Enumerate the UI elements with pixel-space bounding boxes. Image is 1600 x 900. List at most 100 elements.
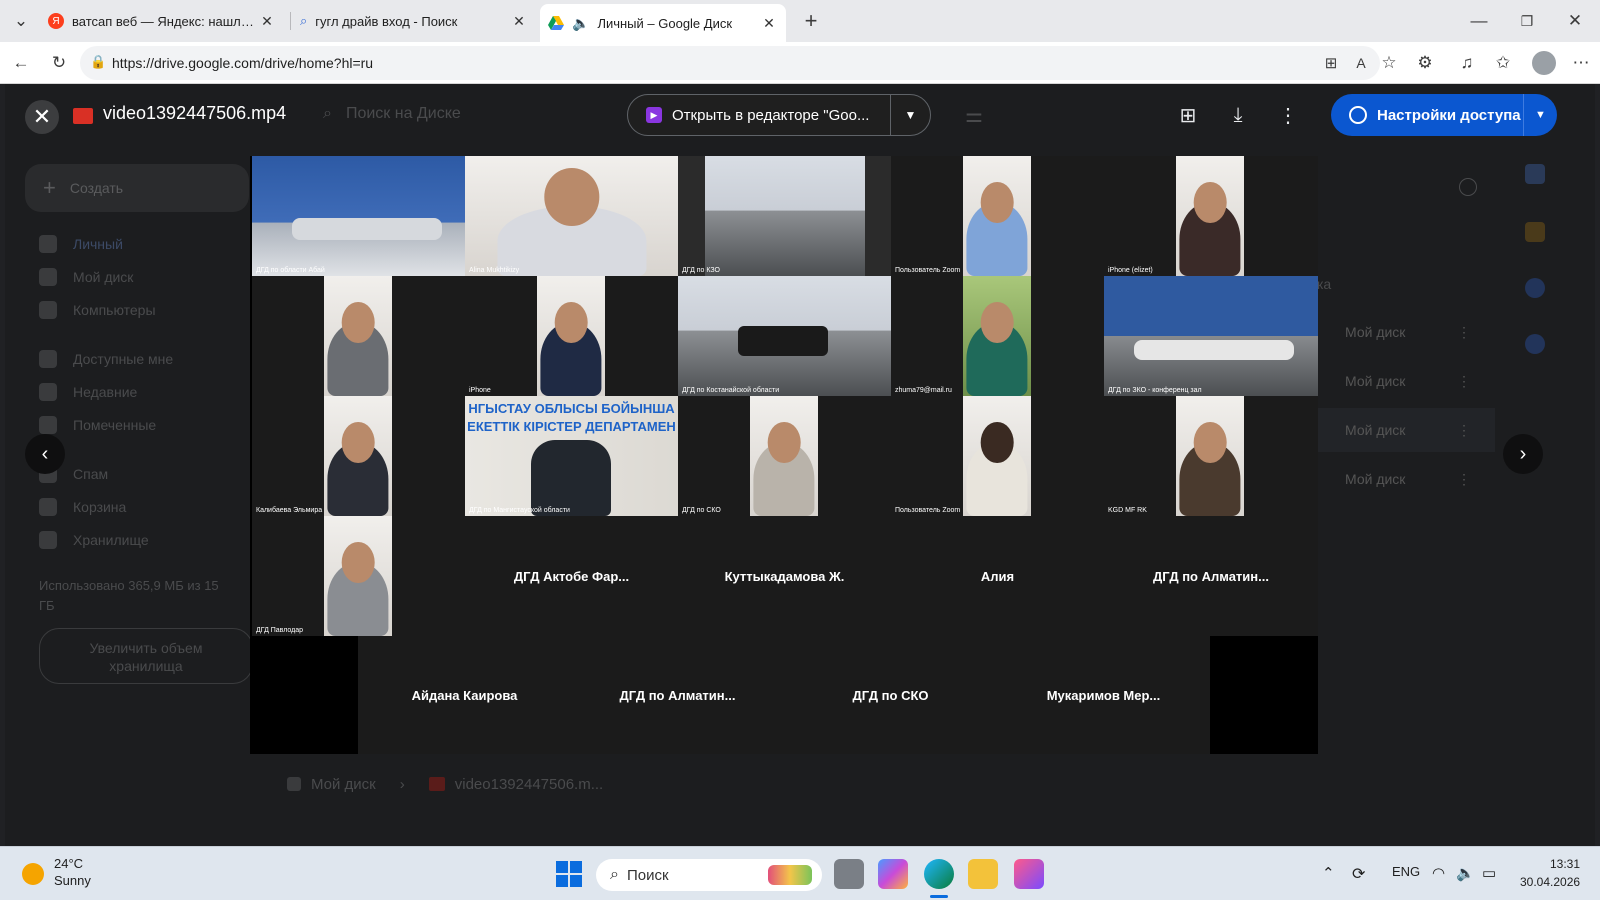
viewer-file-name: video1392447506.mp4 [103, 103, 287, 123]
site-info-icon[interactable]: 🔒 [90, 54, 106, 70]
open-in-editor-label: Открыть в редакторе "Goo... [672, 106, 870, 124]
participant-name: Айдана Каирова [358, 636, 571, 754]
participant-name: ДГД по Алматин... [1104, 516, 1318, 636]
video-tile: zhuma79@mail.ru [891, 276, 1104, 396]
google-drive-icon [548, 16, 564, 30]
list-item: Мой диск ⋮ [1345, 470, 1471, 488]
video-file-icon [73, 108, 93, 124]
contacts-side-icon [1525, 334, 1545, 354]
tulips-icon [768, 865, 812, 885]
tab-list-chevron-icon[interactable]: ⌄ [8, 8, 34, 34]
participant-name: Алия [891, 516, 1104, 636]
sidebar-item-starred: Помеченные [39, 416, 156, 434]
tab-title: Личный – Google Диск [597, 15, 733, 31]
wifi-icon[interactable]: ◠ [1432, 864, 1445, 882]
open-in-editor-button[interactable]: ▶ Открыть в редакторе "Goo... ▼ [627, 94, 931, 136]
clock[interactable]: 13:31 30.04.2026 [1520, 855, 1580, 891]
tab-yandex[interactable]: Я ватсап веб — Яндекс: нашлось 4... ✕ [40, 6, 284, 36]
sync-icon[interactable]: ⟳ [1352, 864, 1365, 884]
sidebar-item-storage: Хранилище [39, 531, 149, 549]
windows-start-icon[interactable] [556, 861, 582, 887]
share-settings-button[interactable]: Настройки доступа ▼ [1331, 94, 1557, 136]
video-tile: ДГД по области Абай [252, 156, 465, 276]
restore-icon[interactable]: ❐ [1514, 8, 1540, 34]
weather-widget[interactable]: 24°C Sunny [54, 855, 91, 889]
windows-taskbar: 24°C Sunny ⌕ Поиск ⌃ ⟳ ENG ◠ 🔈 ▭ 13:31 30.… [0, 846, 1600, 900]
minimize-icon[interactable]: — [1466, 8, 1492, 34]
video-tile: НГЫСТАУ ОБЛЫСЫ БОЙЫНША ЕКЕТТІК КІРІСТЕР Д… [465, 396, 678, 516]
copilot-icon[interactable] [878, 859, 908, 889]
yandex-icon: Я [48, 13, 64, 29]
list-item: Мой диск ⋮ [1345, 372, 1471, 390]
battery-icon[interactable]: ▭ [1482, 864, 1496, 882]
adjust-icon: ⚌ [965, 104, 983, 127]
video-tile: iPhone [465, 276, 678, 396]
show-hidden-icons[interactable]: ⌃ [1322, 864, 1335, 882]
video-tile: Пользователь Zoom [891, 156, 1104, 276]
favorites-icon[interactable]: ✩ [1490, 50, 1516, 76]
sidebar-item-trash: Корзина [39, 498, 126, 516]
open-with-dropdown-icon[interactable]: ▼ [890, 95, 930, 135]
video-tile: Пользователь Zoom [891, 396, 1104, 516]
close-window-icon[interactable]: ✕ [1562, 8, 1588, 34]
globe-icon [1349, 106, 1367, 124]
tab-google-drive[interactable]: 🔈 Личный – Google Диск ✕ [540, 4, 786, 42]
download-icon[interactable]: ⤓ [1225, 102, 1251, 128]
file-explorer-icon[interactable] [968, 859, 998, 889]
profile-avatar[interactable] [1532, 51, 1556, 75]
list-item: Мой диск ⋮ [1315, 408, 1495, 452]
tab-search[interactable]: ⌕ гугл драйв вход - Поиск ✕ [292, 6, 536, 36]
extensions-icon[interactable]: ⚙ [1412, 50, 1438, 76]
close-tab-icon[interactable]: ✕ [510, 12, 528, 30]
reload-icon[interactable]: ↻ [46, 50, 72, 76]
close-tab-icon[interactable]: ✕ [760, 14, 778, 32]
participant-name: ДГД по СКО [784, 636, 997, 754]
tasks-side-icon [1525, 278, 1545, 298]
search-icon: ⌕ [300, 13, 308, 28]
add-comment-icon[interactable]: ⊞ [1175, 102, 1201, 128]
speaker-icon[interactable]: 🔈 [572, 15, 589, 32]
participant-name: ДГД Актобе Фар... [465, 516, 678, 636]
tab-title: ватсап веб — Яндекс: нашлось 4... [72, 13, 258, 29]
video-player[interactable]: ДГД по области Абай Alina Mukhtikizy ДГД… [250, 156, 1318, 754]
video-tile: Калибаева Эльмира [252, 396, 465, 516]
sidebar-item-my-drive: Мой диск [39, 268, 133, 286]
language-indicator[interactable]: ENG [1392, 864, 1420, 879]
task-view-icon[interactable] [834, 859, 864, 889]
sidebar-item-computers: Компьютеры [39, 301, 156, 319]
weather-sun-icon[interactable] [22, 863, 44, 885]
video-tile: ДГД Павлодар [252, 516, 465, 636]
previous-file-arrow-icon[interactable]: ‹ [25, 434, 65, 474]
close-tab-icon[interactable]: ✕ [258, 12, 276, 30]
url-field[interactable]: 🔒 https://drive.google.com/drive/home?hl… [80, 46, 1397, 80]
app-available-icon[interactable]: ⊞ [1318, 50, 1344, 76]
pinned-app-icon[interactable] [1014, 859, 1044, 889]
media-icon[interactable]: ♫ [1454, 50, 1480, 76]
video-tile: iPhone (elizet) [1104, 156, 1318, 276]
more-actions-icon[interactable]: ⋮ [1275, 102, 1301, 128]
tab-title: гугл драйв вход - Поиск [315, 13, 458, 29]
video-tile: ДГД по КЗО [678, 156, 891, 276]
more-menu-icon[interactable]: ⋯ [1568, 50, 1594, 76]
browser-tab-bar: ⌄ Я ватсап веб — Яндекс: нашлось 4... ✕ … [0, 0, 1600, 42]
taskbar-search-field[interactable]: ⌕ Поиск [596, 859, 822, 891]
edge-browser-icon[interactable] [924, 859, 954, 889]
volume-icon[interactable]: 🔈 [1456, 864, 1475, 882]
participant-name: Куттыкадамова Ж. [678, 516, 891, 636]
search-icon: ⌕ [610, 866, 619, 883]
share-dropdown-icon[interactable]: ▼ [1523, 94, 1557, 136]
read-aloud-icon[interactable]: A [1348, 50, 1374, 76]
close-viewer-button[interactable]: ✕ [25, 100, 59, 134]
next-file-arrow-icon[interactable]: › [1503, 434, 1543, 474]
sidebar-item-personal: Личный [39, 235, 123, 253]
vids-app-icon: ▶ [646, 107, 662, 123]
back-icon[interactable]: ← [8, 50, 34, 76]
right-header-fragment: ка [1317, 276, 1332, 292]
new-tab-icon[interactable]: + [798, 8, 824, 34]
favorite-star-icon[interactable]: ☆ [1376, 50, 1402, 76]
keep-side-icon [1525, 222, 1545, 242]
storage-usage-text: Использовано 365,9 МБ из 15 ГБ [39, 578, 219, 613]
banner-text: НГЫСТАУ ОБЛЫСЫ БОЙЫНША ЕКЕТТІК КІРІСТЕР Д… [467, 401, 676, 434]
video-tile: ДГД по Костанайской области [678, 276, 891, 396]
participant-name: Мукаримов Мер... [997, 636, 1210, 754]
